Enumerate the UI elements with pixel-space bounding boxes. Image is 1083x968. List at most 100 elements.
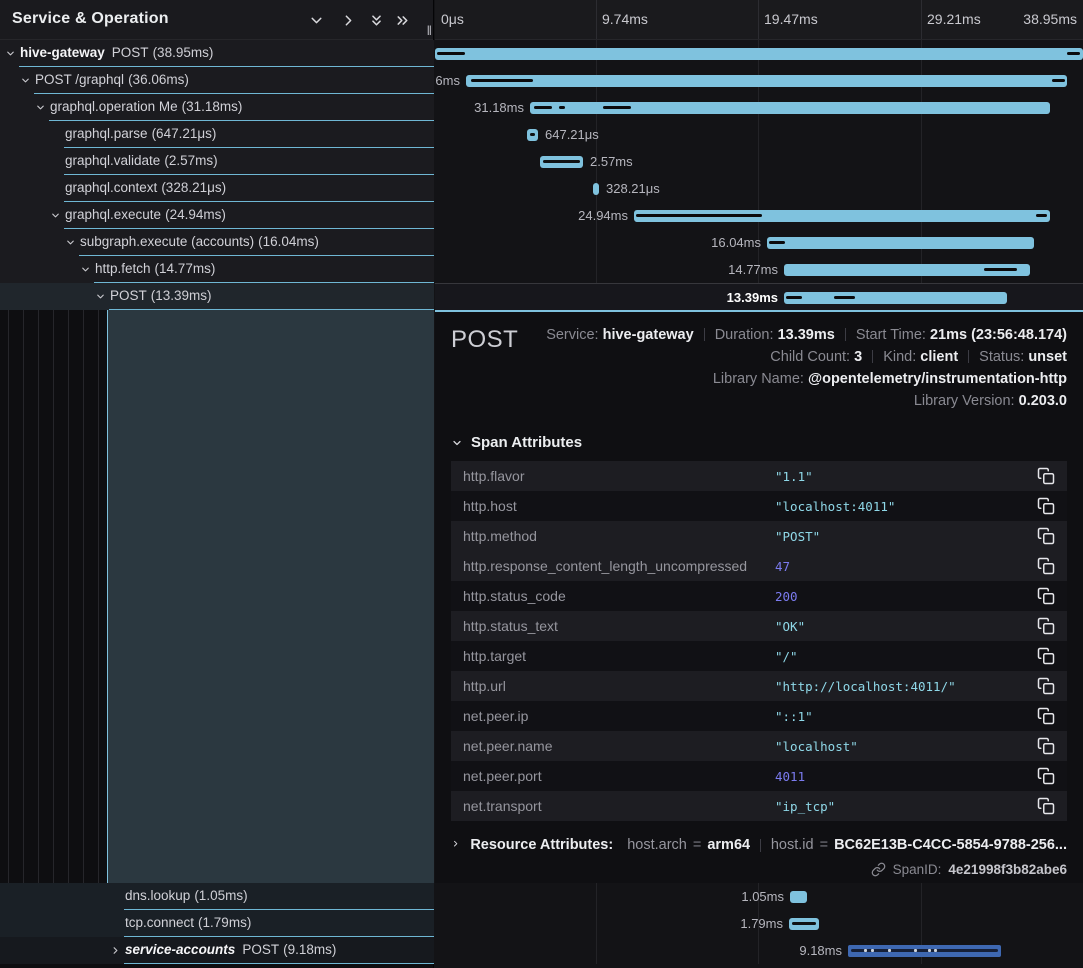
chevron-down-icon [451,437,463,449]
chevron-down-icon[interactable] [65,237,76,248]
chevron-down-icon[interactable] [35,102,46,113]
span-duration: (647.21μs) [152,126,217,141]
bar-duration-label: 13.39ms [727,290,778,305]
operation-name: dns.lookup [125,888,190,903]
span-bars-area-bottom: 1.05ms 1.79ms 9.18ms [435,883,1083,964]
tree-row-graphql-context[interactable]: graphql.context(328.21μs) [0,175,434,202]
bar-duration-label: 2.57ms [590,154,633,169]
span-bar-row: 1.05ms [435,883,1083,910]
span-duration: (13.39ms) [151,288,212,303]
copy-icon[interactable] [1037,737,1055,755]
span-bar[interactable] [593,183,599,195]
chevron-down-icon[interactable] [95,291,106,302]
trace-viewer: Service & Operation ‖ hive-gatewayPOST(3… [0,0,1083,968]
bar-duration-label: 14.77ms [728,262,778,277]
chevron-down-icon[interactable] [5,48,16,59]
copy-icon[interactable] [1037,707,1055,725]
service-name: hive-gateway [20,45,105,60]
bar-duration-label: 31.18ms [474,100,524,115]
span-bar[interactable] [540,156,583,168]
tree-row-graphql-operation[interactable]: graphql.operation Me(31.18ms) [0,94,434,121]
chevrons-down-icon[interactable] [368,12,385,29]
chevron-down-icon[interactable] [50,210,61,221]
bar-duration-label: 9.18ms [799,943,842,958]
bar-duration-label: 24.94ms [578,208,628,223]
span-bar-row: 16.04ms [435,229,1083,256]
link-icon[interactable] [871,862,886,877]
span-id-value: 4e21998f3b82abe6 [948,862,1067,877]
span-bar-row: 647.21μs [435,121,1083,148]
tree-row-subgraph-execute[interactable]: subgraph.execute (accounts)(16.04ms) [0,229,434,256]
span-duration: (328.21μs) [161,180,226,195]
tick-label: 0μs [441,11,464,27]
span-bar[interactable] [784,264,1030,276]
chevrons-right-icon[interactable] [394,12,411,29]
span-bar[interactable] [784,292,1007,304]
attribute-row: net.peer.ip"::1" [451,701,1067,731]
tree-row-graphql-parse[interactable]: graphql.parse(647.21μs) [0,121,434,148]
span-detail-panel: POST Service: hive-gatewayDuration: 13.3… [435,310,1083,883]
copy-icon[interactable] [1037,557,1055,575]
span-bar[interactable] [527,129,538,141]
span-title: POST [451,324,518,354]
span-bar-row: 24.94ms [435,202,1083,229]
span-attributes-toggle[interactable]: Span Attributes [451,434,1067,451]
span-bar[interactable] [767,237,1034,249]
operation-name: POST [110,288,147,303]
status-value: unset [1028,349,1067,365]
chevron-down-icon[interactable] [20,75,31,86]
tree-row-post-selected[interactable]: POST (13.39ms) [0,283,434,310]
tree-row-service-accounts-post[interactable]: service-accounts POST (9.18ms) [0,937,434,964]
span-bar-row [435,40,1083,67]
operation-name: POST [242,942,279,957]
copy-icon[interactable] [1037,497,1055,515]
chevron-right-icon[interactable] [451,839,460,851]
span-bar[interactable] [466,75,1067,87]
copy-icon[interactable] [1037,527,1055,545]
attribute-row: net.transport"ip_tcp" [451,791,1067,821]
service-value: hive-gateway [603,327,694,343]
tree-row-graphql-validate[interactable]: graphql.validate(2.57ms) [0,148,434,175]
bar-duration-label: 16.04ms [711,235,761,250]
chevron-down-icon[interactable] [80,264,91,275]
pane-resize-handle[interactable]: ‖ [427,23,430,38]
service-name: service-accounts [125,942,235,957]
tree-row-dns-lookup[interactable]: dns.lookup(1.05ms) [0,883,434,910]
attribute-row: http.response_content_length_uncompresse… [451,551,1067,581]
span-bar[interactable] [435,48,1083,60]
copy-icon[interactable] [1037,797,1055,815]
copy-icon[interactable] [1037,587,1055,605]
resource-key: host.arch [627,837,687,853]
copy-icon[interactable] [1037,467,1055,485]
resource-attributes-row: Resource Attributes: host.arch = arm64 h… [451,837,1067,853]
span-bar[interactable] [530,102,1050,114]
tree-row-tcp-connect[interactable]: tcp.connect(1.79ms) [0,910,434,937]
operation-name: http.fetch [95,261,151,276]
copy-icon[interactable] [1037,677,1055,695]
span-id-row: SpanID: 4e21998f3b82abe6 [451,862,1067,877]
tree-row-post-graphql[interactable]: POST /graphql(36.06ms) [0,67,434,94]
chevron-right-icon[interactable] [110,945,121,956]
span-duration: (14.77ms) [155,261,216,276]
chevron-down-icon[interactable] [308,12,325,29]
span-duration: (31.18ms) [182,99,243,114]
copy-icon[interactable] [1037,617,1055,635]
chevron-right-icon[interactable] [340,12,357,29]
copy-icon[interactable] [1037,647,1055,665]
tick-label: 9.74ms [602,11,648,27]
span-bar-row: 1.79ms [435,910,1083,937]
span-bar[interactable] [634,210,1050,222]
span-bar[interactable] [790,891,807,903]
span-duration: (9.18ms) [283,942,336,957]
tree-row-graphql-execute[interactable]: graphql.execute(24.94ms) [0,202,434,229]
attribute-row: http.target"/" [451,641,1067,671]
copy-icon[interactable] [1037,767,1055,785]
tree-row-http-fetch[interactable]: http.fetch (14.77ms) [0,256,434,283]
bar-duration-label: 647.21μs [545,127,599,142]
span-bar[interactable] [789,918,819,930]
tree-row-hive-gateway-post[interactable]: hive-gatewayPOST(38.95ms) [0,40,434,67]
timeline-ruler: 0μs 9.74ms 19.47ms 29.21ms 38.95ms [435,0,1083,40]
attribute-row: http.status_code200 [451,581,1067,611]
child-count-value: 3 [854,349,862,365]
span-bar[interactable] [848,945,1001,957]
